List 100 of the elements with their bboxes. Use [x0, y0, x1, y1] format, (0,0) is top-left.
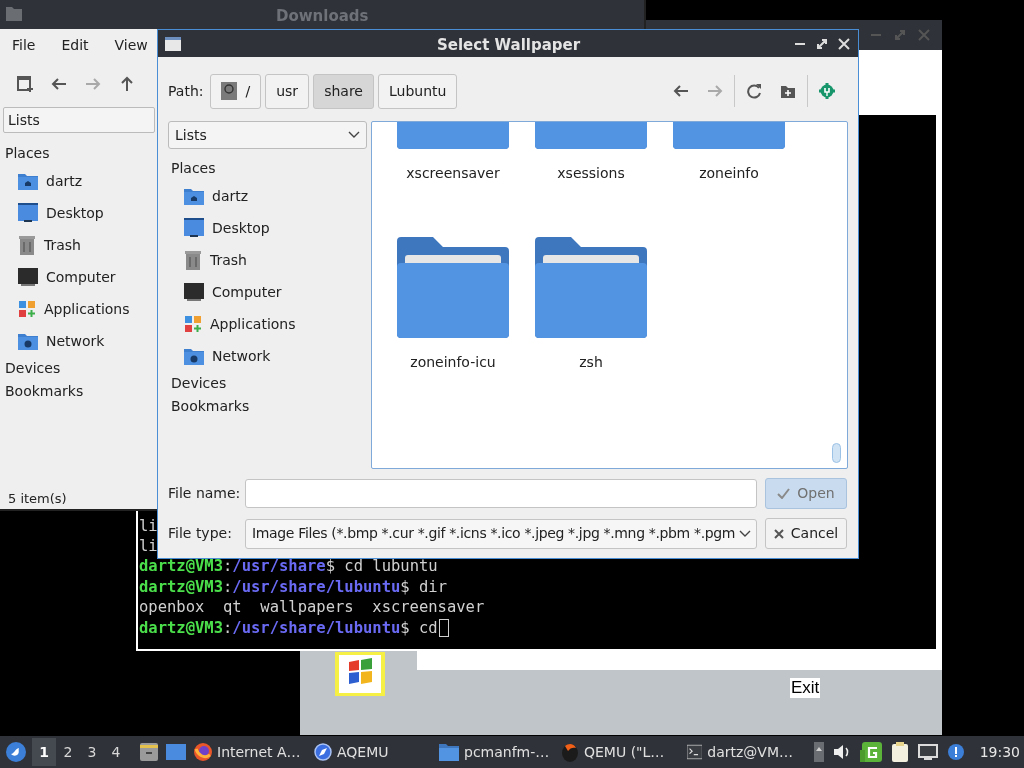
g-badge-icon[interactable]: [859, 742, 882, 762]
terminal-line: openbox qt wallpapers xscreensaver: [139, 597, 485, 618]
terminal-line: dartz@VM3:/usr/share/lubuntu$ cd: [139, 617, 449, 638]
file-name-field[interactable]: [245, 479, 757, 508]
reload-icon: [746, 83, 762, 99]
terminal-line: li: [139, 535, 158, 557]
place-item[interactable]: dartz: [168, 180, 367, 212]
info-icon[interactable]: [946, 743, 965, 761]
section-header[interactable]: Bookmarks: [168, 395, 367, 418]
folder-icon: [535, 237, 647, 338]
section-header[interactable]: Devices: [3, 357, 155, 380]
workspace-button[interactable]: 2: [56, 738, 80, 766]
folder-item[interactable]: zoneinfo: [660, 122, 798, 222]
section-header[interactable]: Places: [168, 156, 367, 180]
desktop-icon: [166, 744, 186, 760]
folder-icon: [6, 7, 22, 21]
path-button[interactable]: /: [210, 73, 262, 109]
place-item[interactable]: Applications: [3, 293, 155, 325]
close-icon: [773, 528, 784, 539]
trash-icon: [184, 250, 202, 270]
clipboard-icon[interactable]: [890, 742, 909, 762]
applications-icon: [18, 300, 36, 318]
path-label: Path:: [168, 81, 204, 101]
network-folder-icon: [184, 347, 204, 365]
place-item[interactable]: Applications: [168, 308, 367, 340]
menu-item[interactable]: Edit: [61, 34, 89, 56]
folder-item[interactable]: zoneinfo-icu: [384, 222, 522, 411]
globe-icon: [194, 743, 212, 761]
side-pane-selector[interactable]: Lists: [168, 121, 367, 149]
path-button[interactable]: usr: [265, 73, 310, 109]
compass-icon: [314, 743, 332, 761]
task-button[interactable]: dartz@VM…: [683, 738, 793, 766]
side-pane-selector[interactable]: Lists: [3, 107, 155, 133]
place-item[interactable]: Computer: [3, 261, 155, 293]
cancel-button[interactable]: Cancel: [765, 518, 847, 549]
new-folder-icon: [780, 83, 796, 99]
window-title: Select Wallpaper: [437, 35, 581, 56]
up-arrow-icon: [119, 76, 135, 92]
network-folder-icon: [18, 332, 38, 350]
terminal-line: li: [139, 515, 158, 536]
clock[interactable]: 19:30: [979, 741, 1020, 763]
applications-icon: [184, 315, 202, 333]
window-title: Downloads: [276, 6, 369, 27]
section-header[interactable]: Devices: [168, 372, 367, 395]
menu-item[interactable]: File: [12, 34, 36, 56]
home-folder-icon: [184, 187, 204, 205]
checkmark-icon: [777, 488, 791, 499]
field-label: File type:: [168, 524, 233, 543]
section-header[interactable]: Places: [3, 141, 155, 165]
place-item[interactable]: Computer: [168, 276, 367, 308]
field-label: File name:: [168, 484, 242, 503]
monitor-icon: [18, 268, 38, 286]
workspace-button[interactable]: 3: [80, 738, 104, 766]
scroll-indicator-icon[interactable]: [813, 742, 824, 762]
file-cabinet-icon: [140, 743, 158, 761]
monitor-icon: [184, 283, 204, 301]
place-item[interactable]: Network: [168, 340, 367, 372]
desktop-icon: [18, 203, 38, 223]
folder-icon: [439, 743, 459, 761]
task-button[interactable]: Internet A…: [190, 738, 310, 766]
task-button[interactable]: AQEMU: [310, 738, 435, 766]
forward-arrow-icon: [707, 83, 723, 99]
exit-button[interactable]: Exit: [790, 678, 821, 698]
terminal-line: dartz@VM3:/usr/share$ cd lubuntu: [139, 556, 438, 577]
place-item[interactable]: Desktop: [3, 197, 155, 229]
folder-item[interactable]: xscreensaver: [384, 122, 522, 222]
section-header[interactable]: Bookmarks: [3, 380, 155, 403]
chevron-down-icon: [348, 131, 360, 139]
new-tab-icon: [17, 76, 33, 92]
place-item[interactable]: Trash: [3, 229, 155, 261]
terminal-line: dartz@VM3:/usr/share/lubuntu$ dir: [139, 576, 447, 598]
place-item[interactable]: Desktop: [168, 212, 367, 244]
task-button[interactable]: QEMU ("L…: [557, 738, 683, 766]
place-item[interactable]: dartz: [3, 165, 155, 197]
window-icon: [165, 37, 181, 51]
path-button[interactable]: share: [313, 73, 374, 109]
place-item[interactable]: Trash: [168, 244, 367, 276]
back-arrow-icon: [673, 83, 689, 99]
status-text: 5 item(s): [8, 490, 67, 508]
file-type-dropdown[interactable]: Image Files (*.bmp *.cur *.gif *.icns *.ico *.jpeg *.jpg *.mng *.pbm *.pgm: [245, 518, 757, 549]
desktop-icon: [184, 218, 204, 238]
gear-icon: [819, 83, 835, 99]
trash-icon: [18, 235, 36, 255]
back-arrow-icon: [51, 76, 67, 92]
bird-icon: [6, 742, 26, 762]
drive-icon: [221, 82, 238, 100]
folder-item[interactable]: xsessions: [522, 122, 660, 222]
menu-item[interactable]: View: [114, 34, 148, 56]
task-button[interactable]: pcmanfm-…: [435, 738, 557, 766]
path-button[interactable]: Lubuntu: [377, 73, 458, 109]
network-monitor-icon[interactable]: [917, 744, 938, 760]
forward-arrow-icon: [85, 76, 101, 92]
folder-icon: [397, 237, 509, 338]
workspace-button[interactable]: 1: [32, 738, 56, 766]
speaker-icon[interactable]: [832, 744, 851, 760]
scrollbar-thumb[interactable]: [832, 443, 841, 463]
folder-item[interactable]: zsh: [522, 222, 660, 411]
chevron-down-icon: [739, 529, 751, 538]
place-item[interactable]: Network: [3, 325, 155, 357]
workspace-button[interactable]: 4: [104, 738, 128, 766]
